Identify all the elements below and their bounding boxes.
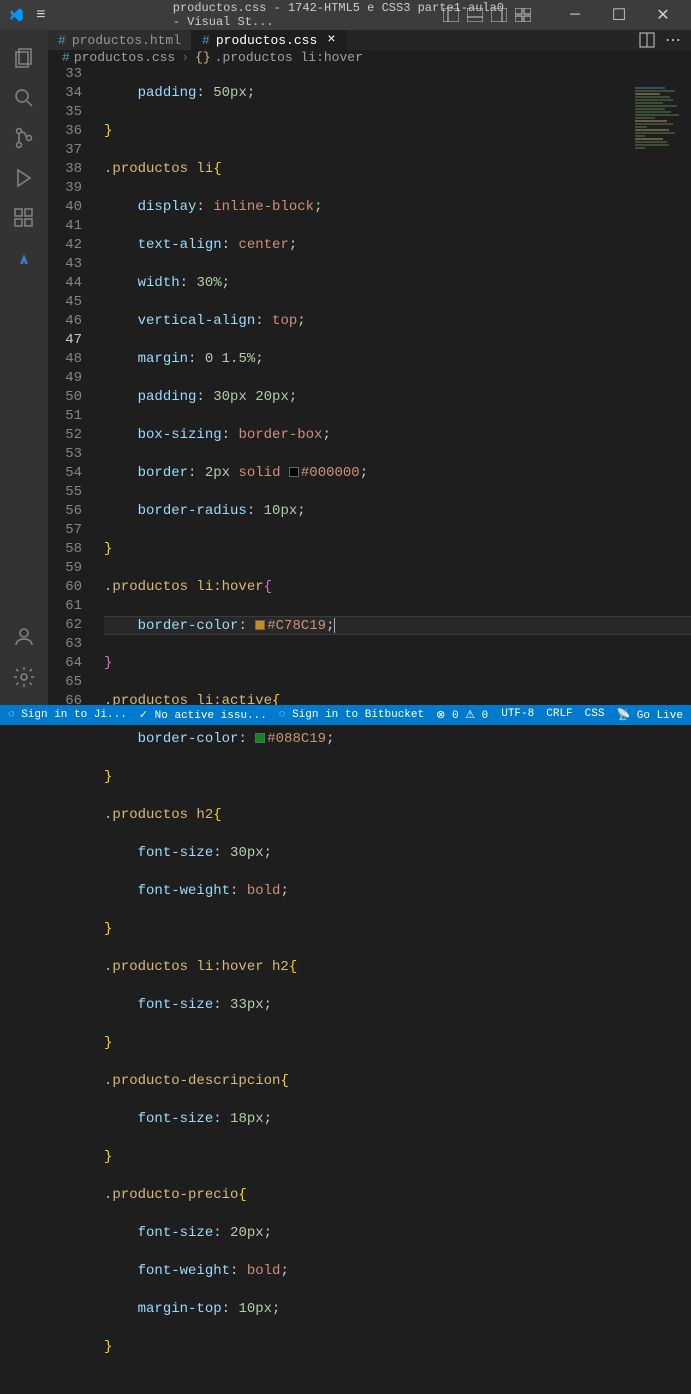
split-editor-icon[interactable] — [639, 32, 655, 48]
accounts-icon[interactable] — [0, 617, 48, 657]
menu-icon[interactable]: ≡ — [36, 6, 46, 24]
status-language[interactable]: CSS — [585, 708, 605, 722]
layout-grid-icon[interactable] — [515, 8, 531, 22]
layout-panel-right-icon[interactable] — [491, 8, 507, 22]
symbol-icon: {} — [195, 50, 211, 65]
status-problems[interactable]: ⊗ 0 ⚠ 0 — [436, 708, 488, 722]
atlassian-icon[interactable] — [0, 238, 48, 278]
tab-productos-html[interactable]: # productos.html — [48, 30, 192, 50]
close-icon[interactable]: × — [327, 32, 335, 48]
css-file-icon: # — [58, 33, 66, 48]
explorer-icon[interactable] — [0, 38, 48, 78]
chevron-right-icon: › — [181, 50, 189, 65]
status-signin-bitbucket[interactable]: ◌ Sign in to Bitbucket — [279, 709, 424, 721]
breadcrumb-file: productos.css — [74, 50, 175, 65]
status-signin-jira[interactable]: ◌ Sign in to Ji... — [8, 709, 127, 721]
activity-bar — [0, 30, 48, 705]
minimize-button[interactable]: ─ — [555, 1, 595, 29]
code-content[interactable]: padding: 50px; } .productos li{ display:… — [98, 65, 691, 1394]
editor-area: # productos.html # productos.css × ⋯ # p… — [48, 30, 691, 705]
search-icon[interactable] — [0, 78, 48, 118]
status-no-issue[interactable]: ✓ No active issu... — [139, 708, 267, 722]
css-file-icon: # — [202, 33, 210, 48]
tabs-bar: # productos.html # productos.css × ⋯ — [48, 30, 691, 50]
tab-label: productos.css — [216, 33, 317, 48]
close-window-button[interactable]: ✕ — [643, 1, 683, 29]
breadcrumb-symbol: .productos li:hover — [215, 50, 363, 65]
settings-gear-icon[interactable] — [0, 657, 48, 697]
status-golive[interactable]: 📡 Go Live — [616, 708, 683, 722]
status-bar: ◌ Sign in to Ji... ✓ No active issu... ◌… — [0, 705, 691, 725]
status-eol[interactable]: CRLF — [546, 708, 572, 722]
extensions-icon[interactable] — [0, 198, 48, 238]
more-actions-icon[interactable]: ⋯ — [665, 30, 681, 50]
title-bar: ≡ productos.css - 1742-HTML5 e CSS3 part… — [0, 0, 691, 30]
layout-controls[interactable] — [443, 8, 531, 22]
layout-panel-bottom-icon[interactable] — [467, 8, 483, 22]
breadcrumb[interactable]: # productos.css › {} .productos li:hover — [48, 50, 691, 65]
run-debug-icon[interactable] — [0, 158, 48, 198]
tab-label: productos.html — [72, 33, 181, 48]
layout-panel-left-icon[interactable] — [443, 8, 459, 22]
maximize-button[interactable]: ☐ — [599, 1, 639, 29]
vscode-logo-icon — [8, 7, 24, 23]
minimap[interactable] — [631, 87, 691, 287]
code-editor[interactable]: 33343536 37383940 41424344 45464748 4950… — [48, 65, 691, 1394]
tab-productos-css[interactable]: # productos.css × — [192, 30, 347, 50]
source-control-icon[interactable] — [0, 118, 48, 158]
line-gutter: 33343536 37383940 41424344 45464748 4950… — [48, 65, 98, 1394]
status-encoding[interactable]: UTF-8 — [501, 708, 534, 722]
css-file-icon: # — [62, 50, 70, 65]
